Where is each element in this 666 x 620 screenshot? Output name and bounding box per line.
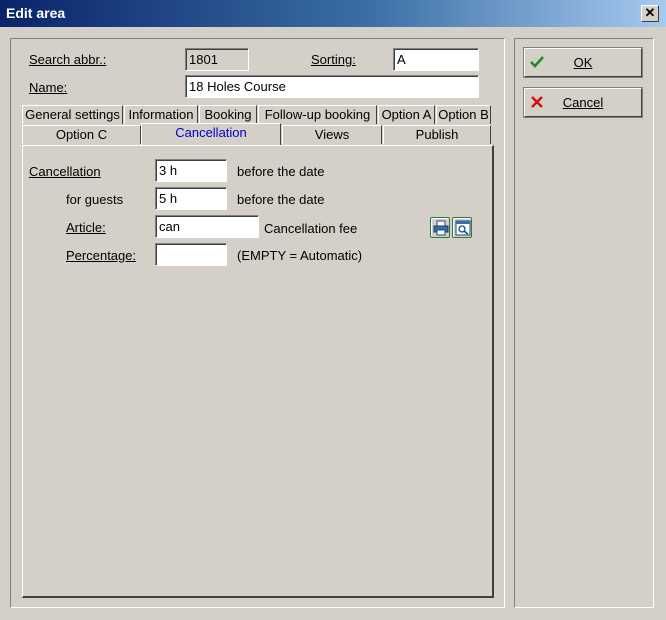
article-label: Article: (66, 220, 106, 235)
title-bar: Edit area ✕ (0, 0, 666, 27)
tab-booking[interactable]: Booking (199, 105, 257, 124)
percentage-field[interactable] (155, 243, 227, 266)
guests-hours-field[interactable]: 5 h (155, 187, 227, 210)
tab-information[interactable]: Information (124, 105, 198, 124)
article-description: Cancellation fee (264, 221, 358, 236)
guests-suffix: before the date (237, 192, 325, 207)
tab-option-a[interactable]: Option A (378, 105, 435, 124)
action-panel (514, 38, 654, 608)
sorting-label: Sorting: (311, 52, 356, 67)
close-icon: ✕ (644, 5, 656, 20)
tab-option-b[interactable]: Option B (436, 105, 491, 124)
cancellation-label: Cancellation (29, 164, 101, 179)
search-abbr-label: Search abbr.: (29, 52, 107, 67)
percentage-label: Percentage: (66, 248, 137, 263)
search-abbr-field[interactable]: 1801 (185, 48, 249, 71)
cancellation-suffix: before the date (237, 164, 325, 179)
name-label: Name: (29, 80, 68, 95)
tab-publish[interactable]: Publish (383, 125, 491, 144)
tab-general-settings[interactable]: General settings (22, 105, 123, 124)
guests-label: for guests (66, 192, 124, 207)
name-field[interactable]: 18 Holes Course (185, 75, 479, 98)
ok-label: OK (573, 55, 593, 70)
tab-cancellation[interactable]: Cancellation (141, 123, 281, 145)
cancel-button[interactable]: Cancel (523, 87, 643, 118)
ok-button[interactable]: OK (523, 47, 643, 78)
window-title: Edit area (6, 5, 66, 21)
search-window-icon (455, 220, 471, 236)
close-button[interactable]: ✕ (641, 5, 659, 22)
tab-follow-up-booking[interactable]: Follow-up booking (258, 105, 377, 124)
percentage-hint: (EMPTY = Automatic) (237, 248, 363, 263)
cancellation-tab-panel (22, 145, 494, 598)
cancel-label: Cancel (562, 95, 604, 110)
article-field[interactable]: can (155, 215, 259, 238)
cancellation-hours-field[interactable]: 3 h (155, 159, 227, 182)
sorting-field[interactable]: A (393, 48, 479, 71)
lookup-button[interactable] (452, 217, 472, 238)
print-icon (433, 220, 449, 236)
tab-views[interactable]: Views (282, 125, 382, 144)
tab-option-c[interactable]: Option C (22, 125, 141, 144)
print-button[interactable] (430, 217, 450, 238)
